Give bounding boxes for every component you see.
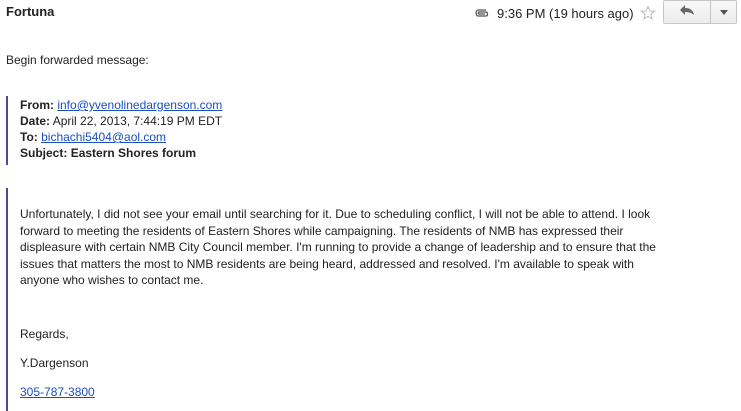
paperclip-icon xyxy=(472,6,490,20)
to-row: To: bichachi5404@aol.com xyxy=(20,129,166,145)
body-line: Unfortunately, I did not see your email … xyxy=(20,207,651,221)
from-email-link[interactable]: info@yvenolinedargenson.com xyxy=(57,98,222,112)
date-label: Date: xyxy=(20,114,51,128)
reply-icon xyxy=(679,3,695,21)
email-view: Fortuna 9:36 PM (19 hours ago) Begin for… xyxy=(0,0,741,411)
body-line: forward to meeting the residents of East… xyxy=(20,223,624,238)
signature-name: Y.Dargenson xyxy=(20,356,89,370)
subject-value: Eastern Shores forum xyxy=(70,146,197,160)
to-email-link[interactable]: bichachi5404@aol.com xyxy=(41,130,166,144)
subject-row: Subject: Eastern Shores forum xyxy=(20,145,196,161)
message-meta: 9:36 PM (19 hours ago) xyxy=(472,0,656,26)
quote-bar xyxy=(6,188,8,411)
date-row: Date: April 22, 2013, 7:44:19 PM EDT xyxy=(20,113,222,129)
regards-text: Regards, xyxy=(20,327,69,341)
star-icon[interactable] xyxy=(639,5,656,21)
body-line: displeasure with certain NMB City Counci… xyxy=(20,240,656,254)
forward-intro: Begin forwarded message: xyxy=(6,53,149,67)
phone-link[interactable]: 305-787-3800 xyxy=(20,384,95,400)
from-row: From: info@yvenolinedargenson.com xyxy=(20,97,222,113)
reply-button[interactable] xyxy=(663,0,711,24)
body-line: anyone who wishes to contact me. xyxy=(20,273,204,287)
message-timestamp: 9:36 PM (19 hours ago) xyxy=(497,5,634,21)
reply-button-group xyxy=(663,0,737,26)
chevron-down-icon xyxy=(719,3,728,21)
date-value: April 22, 2013, 7:44:19 PM EDT xyxy=(52,114,223,128)
from-label: From: xyxy=(20,98,54,112)
body-line: issues that matters the most to NMB resi… xyxy=(20,256,634,271)
to-label: To: xyxy=(20,130,38,144)
sender-name[interactable]: Fortuna xyxy=(6,4,54,19)
message-body: Unfortunately, I did not see your email … xyxy=(20,206,720,289)
subject-label: Subject: xyxy=(20,146,68,160)
quote-bar xyxy=(6,96,8,165)
more-actions-button[interactable] xyxy=(711,0,737,24)
